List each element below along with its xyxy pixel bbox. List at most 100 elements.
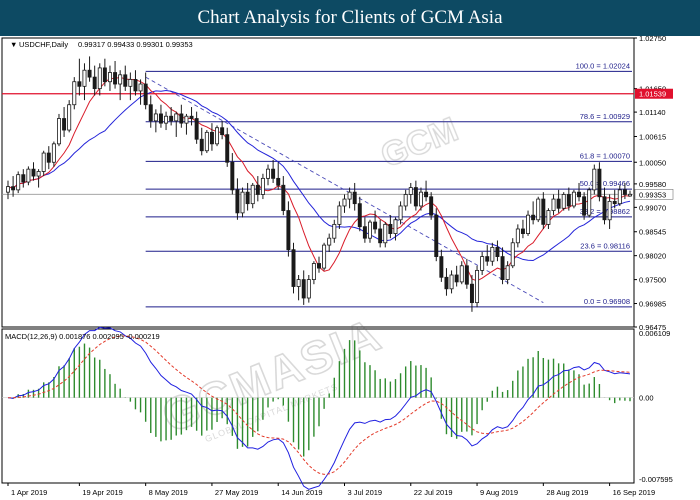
candle-body (597, 168, 602, 198)
candle-body (16, 174, 21, 191)
candle-body (26, 168, 31, 183)
fib-label: 0.0 = 0.96908 (584, 297, 630, 306)
fib-label: 50.0 = 0.99466 (580, 179, 630, 188)
price-panel-frame (1, 37, 635, 328)
macd-tick-label: 0.00 (639, 394, 654, 403)
candle-body (164, 115, 169, 124)
candle-body (551, 198, 556, 211)
candle-body (245, 191, 250, 205)
candle-body (41, 152, 46, 172)
candle-body (434, 214, 439, 257)
candle-body (306, 279, 311, 299)
candle-body (266, 168, 270, 179)
candle-body (67, 104, 72, 131)
candle-body (500, 256, 505, 281)
candle-body (102, 67, 107, 83)
candle-body (526, 214, 531, 234)
candle-body (541, 198, 546, 225)
candle-body (454, 274, 459, 283)
macd-label: MACD(12,26,9) 0.001876 0.002095 -0.00021… (5, 332, 160, 341)
candle-body (587, 189, 592, 216)
candle-body (383, 223, 388, 244)
candle-body (6, 186, 10, 193)
candle-body (515, 228, 520, 244)
candle-body (582, 196, 587, 216)
candle-body (204, 131, 209, 152)
candle-body (429, 196, 434, 216)
fibonacci-levels: 100.0 = 1.02024 78.6 = 1.00929 61.8 = 1.00… (145, 61, 632, 308)
x-tick-label: 22 Jul 2019 (414, 488, 453, 497)
candle-body (133, 79, 138, 92)
candle-body (561, 194, 566, 209)
candle-body (113, 72, 118, 85)
symbol-label: USDCHF,Daily (19, 40, 68, 49)
candle-body (271, 168, 276, 179)
candle-body (301, 279, 306, 299)
candle-body (174, 113, 179, 122)
candle-body (556, 198, 561, 209)
candle-body (418, 191, 423, 207)
price-tick-label: 0.98020 (639, 252, 666, 261)
candle-body (357, 203, 362, 228)
candle-body (128, 79, 133, 87)
candle-body (92, 76, 97, 90)
symbol-arrow: ▼ (10, 40, 17, 49)
candle-body (347, 191, 352, 200)
candle-body (240, 191, 245, 214)
ohlc-label: 0.99317 0.99433 0.99301 0.99353 (78, 40, 193, 49)
candle-body (444, 276, 449, 290)
candle-body (235, 189, 240, 214)
price-tick-label: 0.99580 (639, 180, 666, 189)
candle-body (505, 265, 510, 281)
candle-body (602, 196, 607, 221)
candle-body (393, 219, 398, 234)
candle-body (158, 113, 163, 124)
watermark-text: GCMASIA (155, 308, 389, 443)
candle-body (51, 143, 56, 163)
price-tick-label: 1.00615 (639, 132, 666, 141)
candle-body (11, 186, 16, 191)
candle-body (403, 194, 408, 207)
candle-body (368, 221, 372, 239)
candle-body (46, 152, 51, 163)
x-tick-label: 9 Aug 2019 (480, 488, 518, 497)
candle-body (189, 115, 194, 119)
candle-body (138, 83, 143, 92)
price-tick-label: 0.98545 (639, 228, 666, 237)
candle-body (230, 161, 235, 191)
resistance-line (2, 93, 634, 195)
candle-body (388, 223, 393, 234)
candle-body (439, 256, 444, 278)
candle-body (571, 191, 576, 207)
price-tick-label: 1.02750 (639, 36, 666, 43)
candle-body (276, 177, 281, 186)
candle-body (225, 134, 230, 163)
candle-body (250, 184, 255, 205)
current-price-label: 0.99353 (639, 190, 666, 199)
price-tick-label: 1.01140 (639, 108, 666, 117)
candle-body (148, 104, 153, 122)
candle-body (322, 244, 327, 269)
x-tick-label: 19 Apr 2019 (82, 488, 122, 497)
resistance-label: 1.01539 (639, 90, 666, 99)
chart-frame (1, 37, 635, 484)
price-chart: 100.0 = 1.02024 78.6 = 1.00929 61.8 = 1.00… (1, 36, 674, 497)
candle-body (531, 214, 536, 221)
x-tick-label: 8 May 2019 (149, 488, 188, 497)
candle-body (153, 113, 158, 122)
candle-body (352, 191, 357, 205)
candle-body (628, 193, 632, 197)
price-tick-label: 1.00050 (639, 158, 666, 167)
candle-body (536, 198, 541, 221)
candle-body (97, 67, 102, 90)
price-tick-label: 0.99070 (639, 203, 666, 212)
x-tick-label: 14 Jun 2019 (281, 488, 322, 497)
fib-label: 78.6 = 1.00929 (580, 112, 630, 121)
candle-body (459, 265, 464, 283)
candle-body (617, 189, 622, 205)
x-tick-label: 3 Jul 2019 (347, 488, 382, 497)
candle-body (373, 221, 378, 230)
candle-body (260, 177, 265, 195)
candle-body (179, 113, 184, 124)
candle-body (21, 174, 26, 183)
